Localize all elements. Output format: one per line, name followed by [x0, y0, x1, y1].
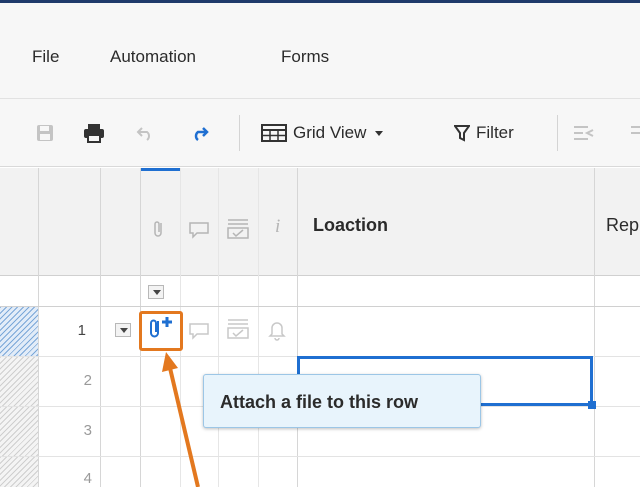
highlight-annotation: [139, 311, 183, 351]
redo-icon[interactable]: [191, 121, 209, 145]
indent-icon[interactable]: [630, 121, 640, 145]
column-dropdown-button[interactable]: [148, 285, 164, 299]
grid-view-button[interactable]: Grid View: [261, 121, 386, 145]
grid-view-label: Grid View: [293, 123, 367, 142]
filter-icon: [454, 125, 470, 142]
proofing-column-icon: [227, 219, 249, 239]
toolbar-divider: [239, 115, 240, 151]
menu-file[interactable]: File: [32, 47, 59, 67]
outdent-icon[interactable]: [573, 121, 595, 145]
filter-label: Filter: [476, 123, 514, 142]
attachment-column-icon: [154, 221, 162, 237]
row-number: 3: [83, 422, 92, 439]
row-number: 2: [83, 372, 92, 389]
row-action-dropdown[interactable]: [115, 323, 131, 337]
toolbar: Grid View Filter: [0, 99, 640, 167]
grid-view-icon: [261, 124, 287, 142]
row-number: 4: [83, 470, 92, 487]
row-3-handle[interactable]: [0, 407, 38, 456]
info-column-icon: i: [275, 216, 281, 237]
row-4-handle[interactable]: [0, 457, 38, 487]
column-selected-accent: [140, 168, 180, 171]
menu-forms[interactable]: Forms: [281, 47, 329, 67]
fill-handle[interactable]: [588, 401, 596, 409]
column-header-next[interactable]: Rep: [606, 215, 639, 236]
tooltip-text: Attach a file to this row: [220, 392, 419, 412]
proofing-icon[interactable]: [226, 318, 250, 340]
toolbar-divider: [557, 115, 558, 151]
row-number: 1: [77, 322, 86, 339]
caret-down-icon: [375, 131, 384, 136]
menu-automation[interactable]: Automation: [110, 47, 196, 67]
sheet-grid: i Loaction Rep 1 2 3 4: [0, 168, 640, 487]
reminder-bell-icon[interactable]: [268, 319, 286, 341]
comment-icon[interactable]: [188, 322, 210, 340]
row-2-handle[interactable]: [0, 357, 38, 406]
filter-button[interactable]: Filter: [454, 121, 514, 145]
tooltip: Attach a file to this row: [203, 374, 481, 428]
print-icon[interactable]: [83, 121, 105, 145]
row-1-handle[interactable]: [0, 307, 38, 356]
menu-bar: File Automation Forms: [0, 3, 640, 99]
undo-icon[interactable]: [136, 121, 154, 145]
comment-column-icon: [189, 222, 209, 239]
column-header-location[interactable]: Loaction: [313, 215, 388, 236]
save-icon[interactable]: [36, 121, 54, 145]
